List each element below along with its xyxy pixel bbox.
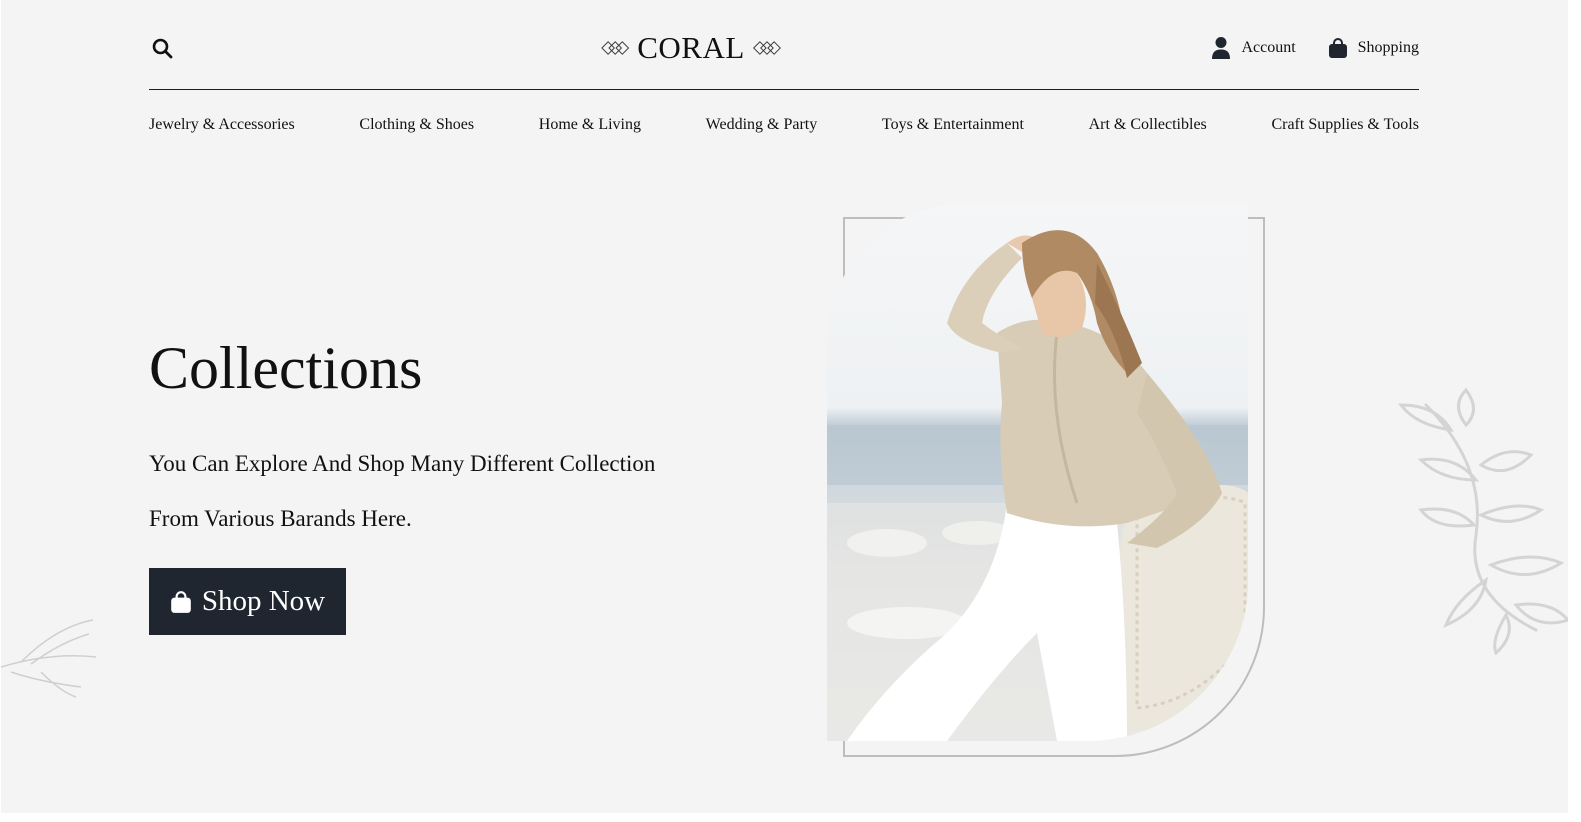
hero-description-line: From Various Barands Here. [149, 506, 412, 531]
shopping-link[interactable]: Shopping [1328, 37, 1419, 59]
category-nav: Jewelry & Accessories Clothing & Shoes H… [149, 116, 1419, 134]
logo-text: CORAL [637, 30, 745, 65]
nav-item-toys[interactable]: Toys & Entertainment [882, 116, 1024, 134]
nav-item-craft[interactable]: Craft Supplies & Tools [1271, 116, 1418, 134]
page: CORAL Account Shopping Jewelry & Accesso… [1, 0, 1568, 813]
user-icon [1212, 37, 1231, 59]
logo[interactable]: CORAL [601, 28, 781, 68]
account-label: Account [1241, 39, 1296, 56]
hero-description-line: You Can Explore And Shop Many Different … [149, 451, 656, 476]
hero-title: Collections [149, 335, 423, 401]
leaf-decoration-icon [1397, 387, 1568, 655]
leaf-decoration-icon [1, 619, 97, 698]
shopping-label: Shopping [1357, 39, 1419, 56]
logo-ornament-icon [752, 41, 781, 55]
logo-ornament-icon [601, 41, 630, 55]
header-divider [149, 89, 1419, 90]
nav-item-jewelry[interactable]: Jewelry & Accessories [149, 116, 295, 134]
nav-item-clothing[interactable]: Clothing & Shoes [359, 116, 474, 134]
shopping-bag-icon [1328, 38, 1347, 58]
nav-item-home[interactable]: Home & Living [539, 116, 641, 134]
search-icon[interactable] [151, 37, 175, 61]
header-links: Account Shopping [1211, 36, 1419, 60]
hero-image [827, 203, 1248, 741]
nav-item-wedding[interactable]: Wedding & Party [706, 116, 818, 134]
nav-item-art[interactable]: Art & Collectibles [1089, 116, 1207, 134]
account-link[interactable]: Account [1211, 36, 1296, 60]
shop-now-label: Shop Now [201, 585, 326, 617]
shop-now-button[interactable]: Shop Now [149, 568, 346, 635]
shopping-bag-icon [171, 590, 191, 613]
hero-description: You Can Explore And Shop Many Different … [149, 436, 749, 546]
